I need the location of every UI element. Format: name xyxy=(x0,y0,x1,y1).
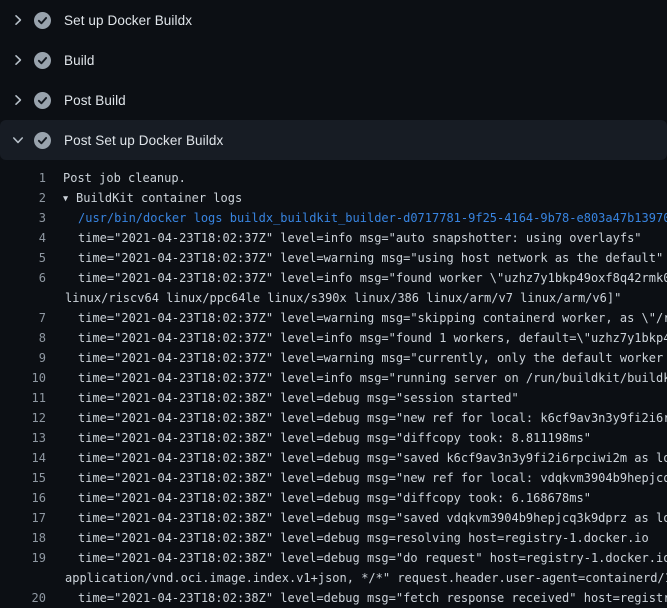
section-label: Post Build xyxy=(64,93,126,108)
log-line-number[interactable]: 8 xyxy=(0,328,46,348)
chevron-down-icon xyxy=(10,132,26,148)
log-line: 15 time="2021-04-23T18:02:38Z" level=debu… xyxy=(0,468,667,488)
log-line-text: time="2021-04-23T18:02:37Z" level=warnin… xyxy=(78,308,667,328)
log-line-number[interactable]: 5 xyxy=(0,248,46,268)
log-line-text: time="2021-04-23T18:02:38Z" level=debug … xyxy=(78,448,667,468)
log-line-number[interactable]: 13 xyxy=(0,428,46,448)
chevron-icon xyxy=(10,12,26,28)
log-line: 6 time="2021-04-23T18:02:37Z" level=info … xyxy=(0,268,667,288)
log-line-number[interactable]: 11 xyxy=(0,388,46,408)
log-line: 8 time="2021-04-23T18:02:37Z" level=info … xyxy=(0,328,667,348)
log-line: 10 time="2021-04-23T18:02:37Z" level=info… xyxy=(0,368,667,388)
check-circle-icon xyxy=(34,52,51,69)
log-line-text: time="2021-04-23T18:02:38Z" level=debug … xyxy=(78,408,667,428)
log-line-text: time="2021-04-23T18:02:37Z" level=info m… xyxy=(78,268,667,288)
log-line-text: time="2021-04-23T18:02:37Z" level=info m… xyxy=(78,228,642,248)
log-line: 1 Post job cleanup. xyxy=(0,168,667,188)
step-section-header-3[interactable]: Post Build xyxy=(0,80,667,120)
chevron-right-icon xyxy=(10,52,26,68)
log-command-text: /usr/bin/docker logs buildx_buildkit_bui… xyxy=(78,208,667,228)
step-section-header-2[interactable]: Build xyxy=(0,40,667,80)
log-line-number[interactable]: 3 xyxy=(0,208,46,228)
log-line-text: time="2021-04-23T18:02:38Z" level=debug … xyxy=(78,388,519,408)
check-circle-icon xyxy=(34,132,51,149)
log-line-text: ▼BuildKit container logs xyxy=(63,188,242,208)
check-circle-icon xyxy=(34,92,51,109)
log-line: 7 time="2021-04-23T18:02:37Z" level=warni… xyxy=(0,308,667,328)
log-line-number[interactable]: 17 xyxy=(0,508,46,528)
log-line-text: time="2021-04-23T18:02:37Z" level=warnin… xyxy=(78,248,663,268)
log-line-number[interactable]: 16 xyxy=(0,488,46,508)
log-line-number[interactable]: 10 xyxy=(0,368,46,388)
log-line-text: time="2021-04-23T18:02:38Z" level=debug … xyxy=(78,508,667,528)
section-label: Post Set up Docker Buildx xyxy=(64,133,223,148)
log-line-text: linux/riscv64 linux/ppc64le linux/s390x … xyxy=(65,288,621,308)
log-line: 9 time="2021-04-23T18:02:37Z" level=warni… xyxy=(0,348,667,368)
log-line: 4 time="2021-04-23T18:02:37Z" level=info … xyxy=(0,228,667,248)
log-line-number[interactable]: 1 xyxy=(0,168,46,188)
log-line-number[interactable] xyxy=(0,288,46,308)
log-line: linux/riscv64 linux/ppc64le linux/s390x … xyxy=(0,288,667,308)
log-line: 14 time="2021-04-23T18:02:38Z" level=debu… xyxy=(0,448,667,468)
section-label: Set up Docker Buildx xyxy=(64,13,192,28)
log-line-number[interactable] xyxy=(0,568,46,588)
chevron-right-icon xyxy=(10,92,26,108)
log-line-text: time="2021-04-23T18:02:38Z" level=debug … xyxy=(78,468,667,488)
log-line: 19 time="2021-04-23T18:02:38Z" level=debu… xyxy=(0,548,667,568)
log-line: 12 time="2021-04-23T18:02:38Z" level=debu… xyxy=(0,408,667,428)
log-line-number[interactable]: 18 xyxy=(0,528,46,548)
log-line: application/vnd.oci.image.index.v1+json,… xyxy=(0,568,667,588)
log-line: 13 time="2021-04-23T18:02:38Z" level=debu… xyxy=(0,428,667,448)
log-line-number[interactable]: 14 xyxy=(0,448,46,468)
log-line: 5 time="2021-04-23T18:02:37Z" level=warni… xyxy=(0,248,667,268)
check-circle-icon xyxy=(34,12,51,29)
log-line-number[interactable]: 2 xyxy=(0,188,46,208)
log-line-text: time="2021-04-23T18:02:38Z" level=debug … xyxy=(78,528,649,548)
log-line-text: time="2021-04-23T18:02:38Z" level=debug … xyxy=(78,548,667,568)
log-line-text: time="2021-04-23T18:02:37Z" level=warnin… xyxy=(78,348,667,368)
log-line-number[interactable]: 15 xyxy=(0,468,46,488)
log-line: 3/usr/bin/docker logs buildx_buildkit_bu… xyxy=(0,208,667,228)
log-line-text: time="2021-04-23T18:02:38Z" level=debug … xyxy=(78,588,667,608)
chevron-right-icon xyxy=(10,12,26,28)
log-line-number[interactable]: 12 xyxy=(0,408,46,428)
chevron-icon xyxy=(10,52,26,68)
step-section-header-4[interactable]: Post Set up Docker Buildx xyxy=(0,120,667,160)
log-line: 17 time="2021-04-23T18:02:38Z" level=debu… xyxy=(0,508,667,528)
log-line-text: Post job cleanup. xyxy=(63,168,186,188)
log-line: 11 time="2021-04-23T18:02:38Z" level=debu… xyxy=(0,388,667,408)
chevron-icon xyxy=(10,92,26,108)
section-label: Build xyxy=(64,53,95,68)
log-line-number[interactable]: 20 xyxy=(0,588,46,608)
log-line: 20 time="2021-04-23T18:02:38Z" level=debu… xyxy=(0,588,667,608)
log-line-text: time="2021-04-23T18:02:38Z" level=debug … xyxy=(78,428,591,448)
log-line-text: time="2021-04-23T18:02:37Z" level=info m… xyxy=(78,368,667,388)
log-line-number[interactable]: 4 xyxy=(0,228,46,248)
log-line-text: time="2021-04-23T18:02:37Z" level=info m… xyxy=(78,328,667,348)
log-line-number[interactable]: 19 xyxy=(0,548,46,568)
log-line-number[interactable]: 6 xyxy=(0,268,46,288)
group-toggle-triangle-down-icon[interactable]: ▼ xyxy=(63,189,76,208)
chevron-icon xyxy=(10,132,26,148)
log-line-text: time="2021-04-23T18:02:38Z" level=debug … xyxy=(78,488,591,508)
log-line-number[interactable]: 9 xyxy=(0,348,46,368)
log-line: 16 time="2021-04-23T18:02:38Z" level=debu… xyxy=(0,488,667,508)
log-line-text: application/vnd.oci.image.index.v1+json,… xyxy=(65,568,667,588)
log-viewer: 1 Post job cleanup. 2 ▼BuildKit container l… xyxy=(0,160,667,608)
log-line: 18 time="2021-04-23T18:02:38Z" level=debu… xyxy=(0,528,667,548)
log-line: 2 ▼BuildKit container logs xyxy=(0,188,667,208)
log-line-number[interactable]: 7 xyxy=(0,308,46,328)
log-group-title: BuildKit container logs xyxy=(76,191,242,205)
step-sections-list: Set up Docker Buildx Build xyxy=(0,0,667,160)
step-section-header-1[interactable]: Set up Docker Buildx xyxy=(0,0,667,40)
